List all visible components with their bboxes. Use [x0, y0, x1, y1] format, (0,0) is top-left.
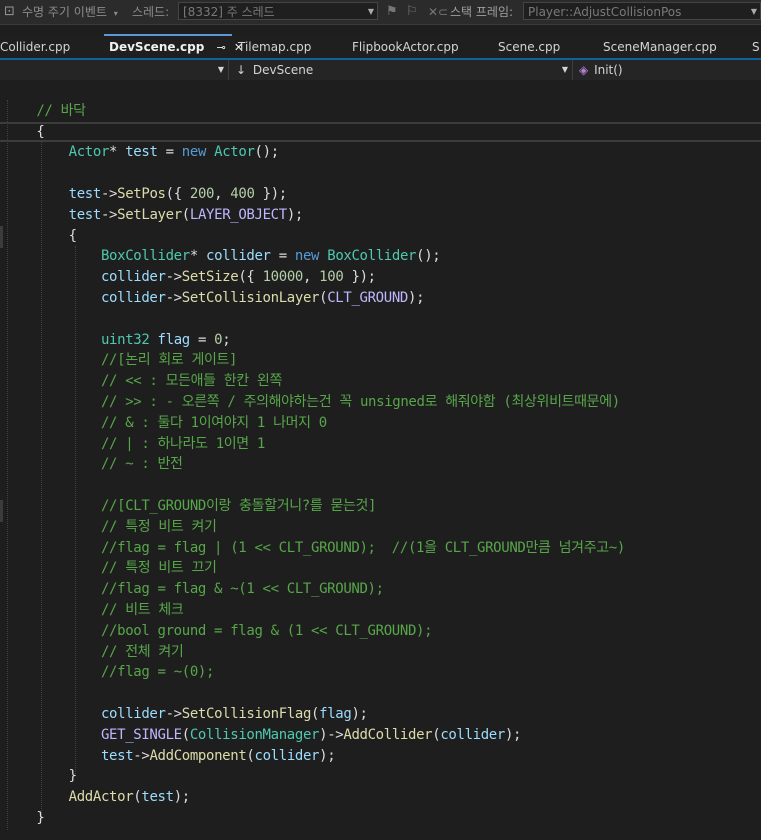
flag-icon[interactable]: ⚑: [386, 0, 398, 24]
code-line[interactable]: //flag = ~(0);: [0, 662, 761, 683]
code-line[interactable]: collider->SetSize({ 10000, 100 });: [0, 267, 761, 288]
code-line[interactable]: {: [0, 226, 761, 247]
tab-label: FlipbookActor.cpp: [352, 40, 459, 54]
member-value: Init(): [594, 63, 623, 77]
code-line[interactable]: [0, 683, 761, 704]
code-line[interactable]: // & : 둘다 1이여야지 1 나머지 0: [0, 413, 761, 434]
code-line[interactable]: Actor* test = new Actor();: [0, 142, 761, 163]
thread-filter-icon[interactable]: ✕⊂: [428, 0, 448, 24]
code-line[interactable]: uint32 flag = 0;: [0, 330, 761, 351]
scope-value: DevScene: [252, 63, 314, 77]
lifecycle-event-label: 수명 주기 이벤트: [22, 5, 107, 19]
stackframe-value: Player::AdjustCollisionPos: [528, 5, 682, 19]
code-line[interactable]: AddActor(test);: [0, 787, 761, 808]
member-dropdown[interactable]: ◈ Init(): [576, 60, 761, 80]
tab-scenemanager-cpp[interactable]: SceneManager.cpp: [603, 36, 717, 58]
code-line[interactable]: //bool ground = flag & (1 << CLT_GROUND)…: [0, 621, 761, 642]
code-line[interactable]: [0, 80, 761, 101]
tab-label: Scene.cpp: [498, 40, 561, 54]
code-line[interactable]: // 바닥: [0, 101, 761, 122]
tab-label: DevScene.cpp: [109, 40, 205, 54]
code-line[interactable]: // 비트 체크: [0, 600, 761, 621]
code-line[interactable]: // 전체 켜기: [0, 642, 761, 663]
document-tab-strip: Collider.cpp DevScene.cpp ⊸ ✕ Tilemap.cp…: [0, 34, 761, 58]
code-line[interactable]: [0, 163, 761, 184]
chevron-down-icon: ▼: [217, 65, 224, 74]
chevron-down-icon: ▼: [561, 65, 568, 74]
tab-tilemap-cpp[interactable]: Tilemap.cpp: [238, 36, 311, 58]
code-line[interactable]: // << : 모든애들 한칸 왼쪽: [0, 371, 761, 392]
code-editor[interactable]: // 바닥 { Actor* test = new Actor(); test-…: [0, 80, 761, 840]
code-line[interactable]: //[논리 회로 게이트]: [0, 350, 761, 371]
tab-label: SceneManager.cpp: [603, 40, 717, 54]
code-line[interactable]: GET_SINGLE(CollisionManager)->AddCollide…: [0, 725, 761, 746]
project-dropdown[interactable]: ▼: [0, 60, 229, 80]
tab-flipbookactor-cpp[interactable]: FlipbookActor.cpp: [352, 36, 459, 58]
code-line[interactable]: // >> : - 오른쪽 / 주의해야하는건 꼭 unsigned로 해줘야함…: [0, 392, 761, 413]
scope-icon: ↓: [236, 63, 247, 77]
code-line[interactable]: // 특정 비트 끄기: [0, 558, 761, 579]
chevron-down-icon: ▾: [113, 9, 118, 18]
chevron-down-icon: ▼: [367, 7, 374, 16]
stackframe-label: 스택 프레임:: [450, 5, 514, 19]
method-icon: ◈: [579, 63, 589, 77]
tab-overflow[interactable]: S: [752, 36, 760, 58]
tab-collider-cpp[interactable]: Collider.cpp: [0, 36, 70, 58]
thread-dropdown[interactable]: [8332] 주 스레드 ▼: [178, 2, 378, 20]
tab-label: S: [752, 40, 760, 54]
flag-menu-icon[interactable]: ⚐: [406, 0, 418, 24]
code-line[interactable]: // 특정 비트 켜기: [0, 517, 761, 538]
code-line[interactable]: collider->SetCollisionFlag(flag);: [0, 704, 761, 725]
code-line[interactable]: }: [0, 766, 761, 787]
thread-label: 스레드:: [132, 5, 170, 19]
thread-value: [8332] 주 스레드: [183, 5, 275, 19]
stackframe-dropdown[interactable]: Player::AdjustCollisionPos ▼: [523, 2, 761, 20]
code-line[interactable]: test->SetPos({ 200, 400 });: [0, 184, 761, 205]
code-line[interactable]: test->SetLayer(LAYER_OBJECT);: [0, 205, 761, 226]
tab-scene-cpp[interactable]: Scene.cpp: [498, 36, 560, 58]
code-line[interactable]: [0, 309, 761, 330]
lifecycle-event-icon[interactable]: ⊡: [4, 0, 15, 24]
code-line[interactable]: {: [0, 121, 761, 143]
scope-dropdown[interactable]: ↓ DevScene ▼: [232, 60, 573, 80]
code-line[interactable]: }: [0, 808, 761, 829]
code-line[interactable]: test->AddComponent(collider);: [0, 746, 761, 767]
tab-label: Collider.cpp: [0, 40, 71, 54]
pin-icon[interactable]: ⊸: [217, 41, 226, 54]
code-line[interactable]: [0, 475, 761, 496]
lifecycle-event-button[interactable]: 수명 주기 이벤트 ▾: [22, 0, 118, 24]
code-line[interactable]: collider->SetCollisionLayer(CLT_GROUND);: [0, 288, 761, 309]
debug-location-toolbar: ⊡ 수명 주기 이벤트 ▾ 스레드: [8332] 주 스레드 ▼ ⚑ ⚐ ✕⊂…: [0, 0, 761, 25]
tab-devscene-cpp[interactable]: DevScene.cpp ⊸ ✕: [104, 34, 243, 56]
tab-label: Tilemap.cpp: [238, 40, 312, 54]
code-line[interactable]: //flag = flag & ~(1 << CLT_GROUND);: [0, 579, 761, 600]
code-line[interactable]: // ~ : 반전: [0, 454, 761, 475]
chevron-down-icon: ▼: [750, 7, 757, 16]
code-line[interactable]: //[CLT_GROUND이랑 충돌할거니?를 묻는것]: [0, 496, 761, 517]
code-line[interactable]: // | : 하나라도 1이면 1: [0, 434, 761, 455]
code-line[interactable]: BoxCollider* collider = new BoxCollider(…: [0, 246, 761, 267]
code-line[interactable]: //flag = flag | (1 << CLT_GROUND); //(1을…: [0, 538, 761, 559]
navigation-bar: ▼ ↓ DevScene ▼ ◈ Init(): [0, 60, 761, 80]
